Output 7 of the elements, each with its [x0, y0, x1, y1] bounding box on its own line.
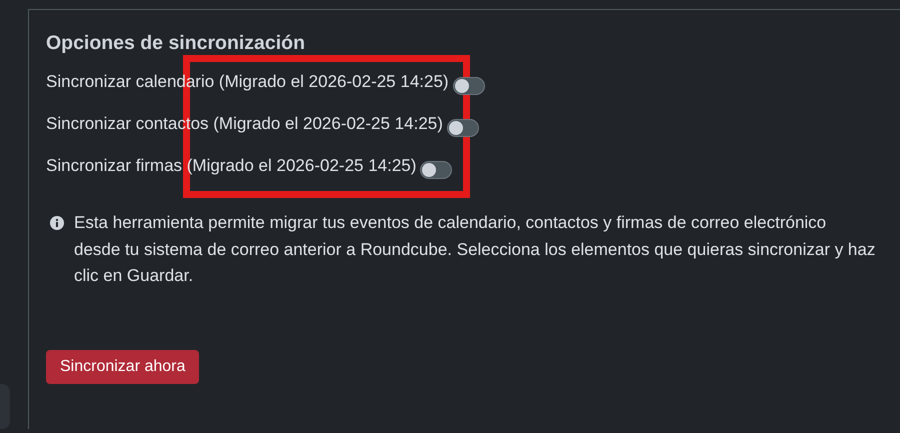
- toggle-switch[interactable]: [446, 119, 479, 138]
- sync-button[interactable]: Sincronizar ahora: [46, 350, 200, 384]
- info-text: Esta herramienta permite migrar tus eventos de calendario, contactos y firmas de correo electrónico desde tu sistema de correo anterior a Roundcube. Selecciona los elementos que quieras sincronizar y haz clic en Guardar.: [74, 212, 876, 288]
- toggle-switch[interactable]: [420, 161, 452, 180]
- info-icon: [50, 216, 64, 230]
- toggle-switch[interactable]: [452, 77, 485, 96]
- section-title: Opciones de sincronización: [46, 32, 306, 56]
